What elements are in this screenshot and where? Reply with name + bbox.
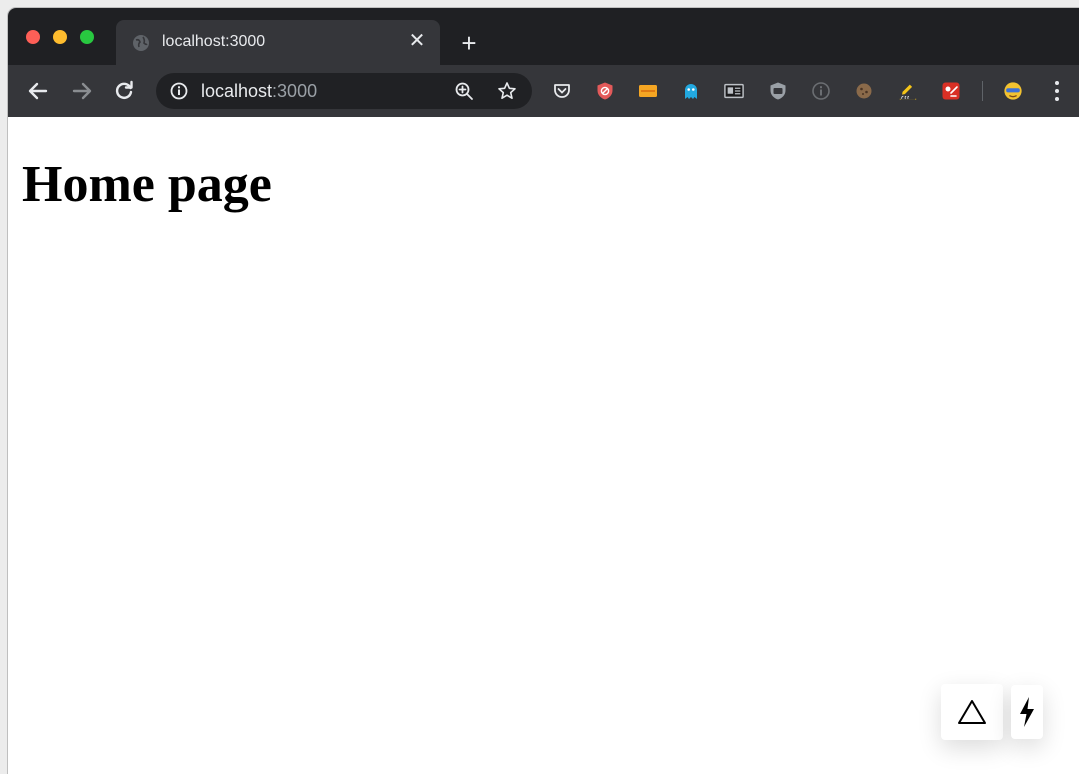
reload-button[interactable] [110, 77, 138, 105]
arrow-right-icon [72, 82, 92, 100]
info-icon[interactable] [170, 82, 188, 100]
page-title: Home page [22, 156, 272, 213]
honey-icon[interactable] [638, 81, 658, 101]
ublock-icon[interactable] [768, 81, 788, 101]
recorder-icon[interactable] [941, 81, 961, 101]
ghostery-icon[interactable] [681, 81, 701, 101]
avatar-icon[interactable] [1003, 81, 1023, 101]
triangle-icon [958, 700, 986, 724]
browser-window: localhost:3000 ✕ + localhost:3000 Home p… [8, 8, 1079, 774]
window-minimize-button[interactable] [53, 30, 67, 44]
browser-toolbar: localhost:3000 [8, 65, 1079, 117]
url-host: localhost [201, 81, 273, 101]
url-port: :3000 [272, 81, 318, 101]
prerender-indicator-button[interactable] [1011, 685, 1043, 739]
shield-block-icon[interactable] [595, 81, 615, 101]
url-text[interactable]: localhost:3000 [201, 81, 317, 102]
window-close-button[interactable] [26, 30, 40, 44]
pocket-icon[interactable] [552, 81, 572, 101]
arrow-left-icon [28, 82, 48, 100]
zoom-icon[interactable] [454, 81, 474, 101]
tab-bar: localhost:3000 ✕ + [8, 8, 1079, 65]
page-content: Home page [8, 117, 1079, 774]
address-bar[interactable]: localhost:3000 [156, 73, 532, 109]
lightning-icon [1020, 697, 1034, 727]
reload-icon [115, 80, 133, 99]
kebab-menu-icon[interactable] [1050, 79, 1064, 103]
build-indicator-button[interactable] [941, 684, 1003, 740]
star-icon[interactable] [497, 81, 517, 101]
info-circle-icon[interactable] [811, 81, 831, 101]
plus-icon[interactable]: + [456, 30, 482, 56]
reader-icon[interactable] [724, 81, 744, 101]
window-maximize-button[interactable] [80, 30, 94, 44]
css-pencil-icon[interactable] [898, 81, 918, 101]
tab-title: localhost:3000 [162, 33, 266, 50]
back-button[interactable] [24, 77, 52, 105]
toolbar-separator [982, 81, 983, 101]
cookie-icon[interactable] [854, 81, 874, 101]
forward-button[interactable] [68, 77, 96, 105]
globe-icon [133, 35, 149, 51]
tab-localhost[interactable]: localhost:3000 ✕ [116, 20, 440, 65]
close-icon[interactable]: ✕ [406, 30, 428, 52]
